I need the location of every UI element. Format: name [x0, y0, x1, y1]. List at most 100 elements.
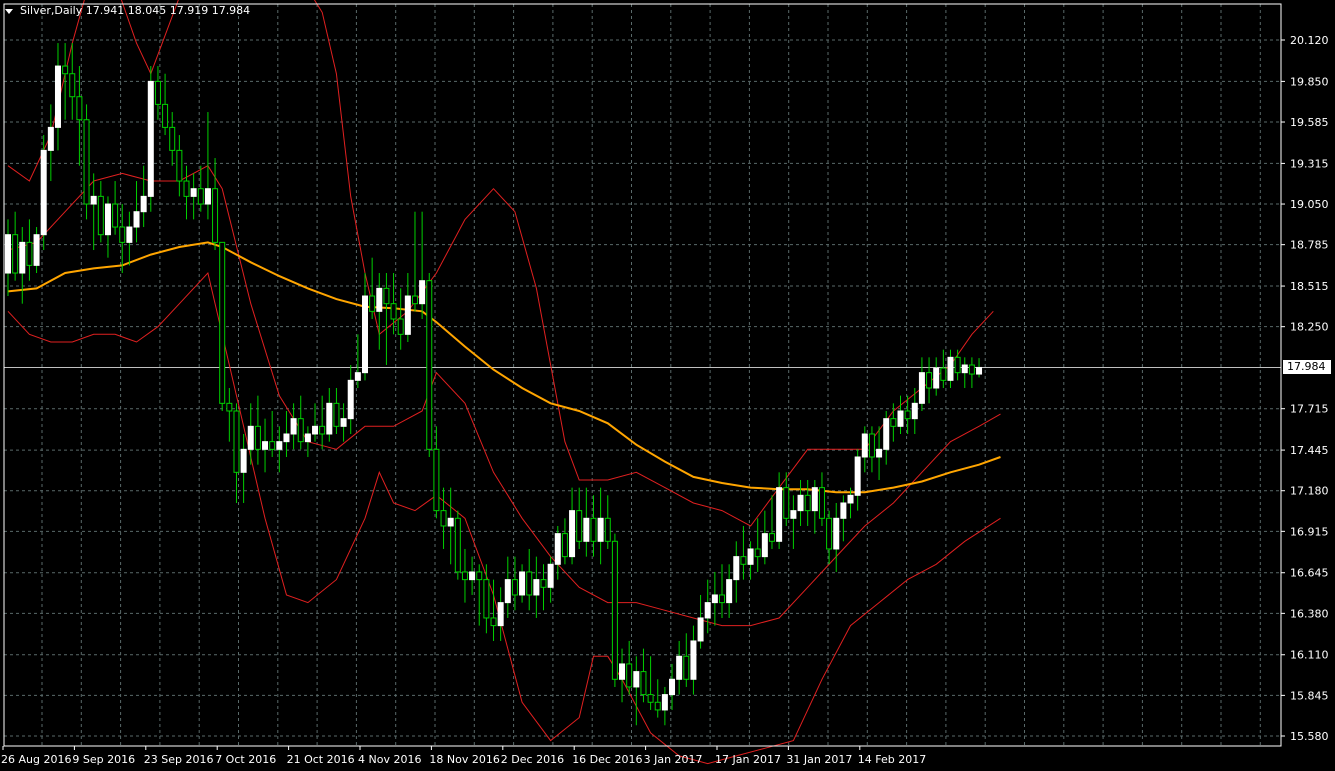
candle-body-bull: [583, 517, 590, 542]
candle: [219, 241, 226, 411]
candle-body-bull: [597, 517, 604, 542]
candle-body-bear: [754, 548, 761, 558]
candle-body-bear: [183, 180, 190, 197]
current-price-tag: 17.984: [1283, 360, 1331, 374]
candle-body-bear: [219, 241, 226, 404]
candle-body-bull: [19, 241, 26, 274]
candle: [976, 358, 983, 378]
chart-menu-arrow-icon[interactable]: [5, 9, 13, 14]
candle: [790, 495, 797, 549]
candle: [840, 495, 847, 542]
candle: [661, 686, 668, 726]
candle-body-bear: [926, 372, 933, 389]
candle: [619, 648, 626, 703]
candle-body-bear: [647, 694, 654, 703]
candle: [426, 273, 433, 457]
candle: [676, 640, 683, 695]
candle-body-bull: [140, 195, 147, 213]
candle-body-bull: [811, 487, 818, 512]
candle: [183, 165, 190, 220]
candle-body-bear: [390, 303, 397, 320]
candle-body-bear: [12, 234, 19, 274]
candle-body-bull: [5, 234, 11, 274]
candle-body-bull: [547, 563, 554, 588]
candle-body-bull: [104, 203, 111, 236]
candle: [833, 502, 840, 572]
candle-body-bull: [276, 441, 283, 450]
candle-body-bull: [840, 502, 847, 519]
candle-body-bear: [233, 410, 240, 473]
candle: [954, 349, 961, 381]
candle-body-bear: [69, 73, 76, 98]
y-tick-label: 18.250: [1290, 321, 1329, 334]
candle-body-bear: [783, 487, 790, 519]
candle-body-bull: [847, 494, 854, 504]
candle-body-bear: [440, 510, 447, 527]
candle: [861, 426, 868, 473]
candle-body-bear: [397, 318, 404, 335]
candle: [704, 579, 711, 634]
candle: [868, 426, 875, 473]
candle: [126, 211, 133, 266]
candle-body-bull: [697, 617, 704, 642]
candle-body-bull: [262, 441, 269, 450]
candle-body-bull: [376, 287, 383, 312]
candle: [33, 227, 40, 274]
candle-body-bear: [576, 510, 583, 542]
candle: [697, 594, 704, 649]
candle-body-bear: [333, 402, 340, 427]
candle-body-bear: [433, 448, 440, 512]
candle-body-bull: [240, 448, 247, 473]
candle: [761, 510, 768, 565]
candle-body-bull: [911, 402, 918, 420]
candle-body-bear: [26, 241, 33, 266]
candle: [918, 357, 925, 411]
candle-body-bear: [383, 287, 390, 305]
candle: [176, 135, 183, 197]
candle-body-bull: [33, 234, 40, 266]
candle: [169, 112, 176, 166]
candle: [604, 495, 611, 549]
candle: [533, 556, 540, 618]
candle: [504, 556, 511, 618]
candle-body-bull: [354, 372, 361, 381]
candle-body-bear: [740, 556, 747, 565]
x-tick-label: 9 Sep 2016: [72, 753, 135, 766]
candle: [383, 273, 390, 366]
candle: [733, 541, 740, 603]
candle-body-bull: [190, 188, 197, 197]
candle-body-bull: [147, 80, 154, 197]
candle-body-bear: [112, 203, 119, 228]
candle: [12, 211, 19, 281]
candlestick-chart: 20.120 19.850 19.585 19.315 19.050 18.785 18.5…: [1, 0, 1329, 766]
candle-body-bull: [554, 533, 561, 565]
candle-body-bear: [626, 663, 633, 688]
candle-body-bull: [133, 211, 140, 228]
candle-body-bear: [426, 280, 433, 450]
candle-body-bear: [683, 655, 690, 680]
candle: [933, 357, 940, 396]
candle-body-bear: [561, 533, 568, 558]
candle: [597, 487, 604, 565]
x-tick-label: 4 Nov 2016: [358, 753, 421, 766]
candle: [461, 548, 468, 603]
x-tick-label: 16 Dec 2016: [572, 753, 642, 766]
candle-body-bull: [961, 364, 968, 374]
y-tick-label: 20.120: [1290, 34, 1329, 47]
candles: [5, 43, 983, 726]
y-tick-label: 19.585: [1290, 116, 1329, 129]
candle: [961, 357, 968, 388]
candle-body-bull: [633, 671, 640, 688]
candle-body-bear: [818, 487, 825, 519]
candle-body-bull: [733, 556, 740, 581]
candle-body-bull: [918, 372, 925, 404]
candle-body-bull: [876, 448, 883, 458]
candle: [633, 656, 640, 726]
candle-body-bull: [126, 226, 133, 243]
candle-body-bull: [619, 663, 626, 680]
candle: [740, 525, 747, 580]
grid: [4, 4, 1281, 746]
candle: [776, 472, 783, 549]
candle-body-bull: [326, 402, 333, 435]
y-tick-label: 16.110: [1290, 649, 1329, 662]
